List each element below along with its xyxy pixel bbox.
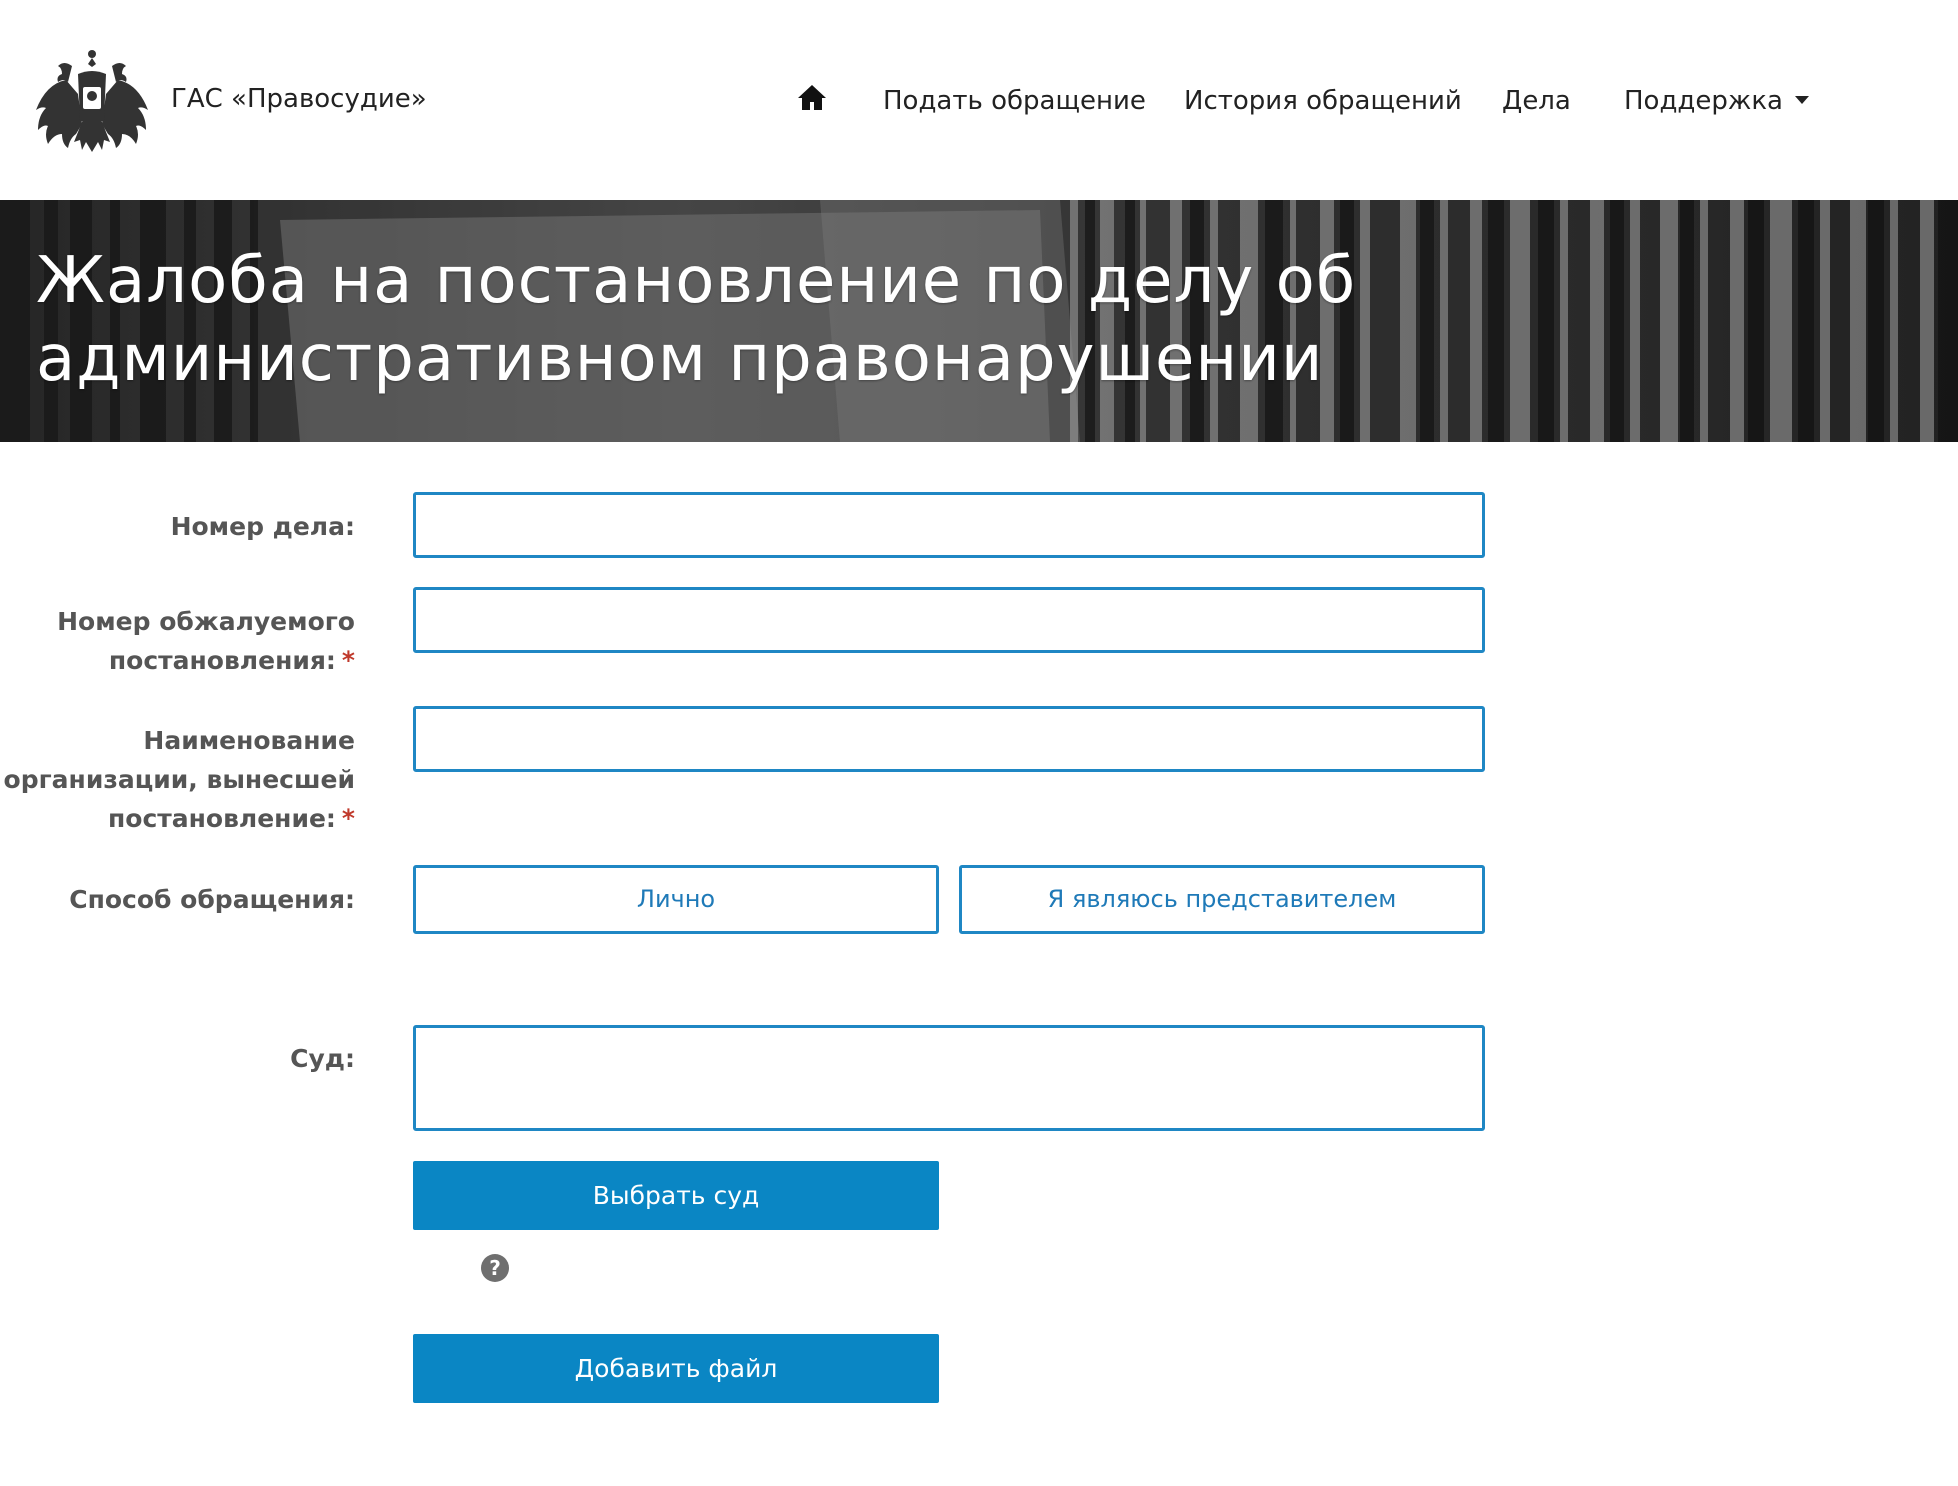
case-number-label: Номер дела: [171, 507, 355, 546]
home-icon[interactable] [796, 82, 828, 114]
organization-label: Наименование организации, вынесшей поста… [0, 721, 355, 838]
mode-representative-button[interactable]: Я являюсь представителем [959, 865, 1485, 934]
nav-cases[interactable]: Дела [1502, 86, 1571, 116]
page-banner: Жалоба на постановление по делу об админ… [0, 200, 1958, 442]
required-marker: * [341, 804, 355, 833]
required-marker: * [341, 646, 355, 675]
court-label: Суд: [290, 1039, 355, 1078]
case-number-label-text: Номер дела: [170, 512, 355, 541]
court-field[interactable] [413, 1025, 1485, 1131]
add-file-button[interactable]: Добавить файл [413, 1334, 939, 1403]
main-nav: Подать обращение История обращений Дела … [0, 84, 1958, 124]
organization-label-text: Наименование организации, вынесшей поста… [3, 726, 355, 833]
appeal-mode-label-text: Способ обращения: [69, 885, 355, 914]
page-title: Жалоба на постановление по делу об админ… [36, 244, 1357, 396]
ruling-number-label-text: Номер обжалуемого постановления: [57, 607, 355, 675]
mode-personally-button[interactable]: Лично [413, 865, 939, 934]
nav-support-label: Поддержка [1624, 86, 1783, 116]
caret-down-icon [1794, 95, 1809, 104]
select-court-button[interactable]: Выбрать суд [413, 1161, 939, 1230]
appeal-mode-label: Способ обращения: [69, 880, 355, 919]
court-label-text: Суд: [290, 1044, 355, 1073]
nav-submit-appeal[interactable]: Подать обращение [883, 86, 1146, 116]
case-number-input[interactable] [413, 492, 1485, 558]
nav-appeal-history[interactable]: История обращений [1184, 86, 1462, 116]
ruling-number-label: Номер обжалуемого постановления: * [0, 602, 355, 680]
ruling-number-input[interactable] [413, 587, 1485, 653]
question-circle-icon[interactable]: ? [481, 1254, 509, 1282]
site-header: ГАС «Правосудие» Подать обращение Истори… [0, 0, 1958, 200]
organization-input[interactable] [413, 706, 1485, 772]
nav-support[interactable]: Поддержка [1624, 86, 1809, 116]
